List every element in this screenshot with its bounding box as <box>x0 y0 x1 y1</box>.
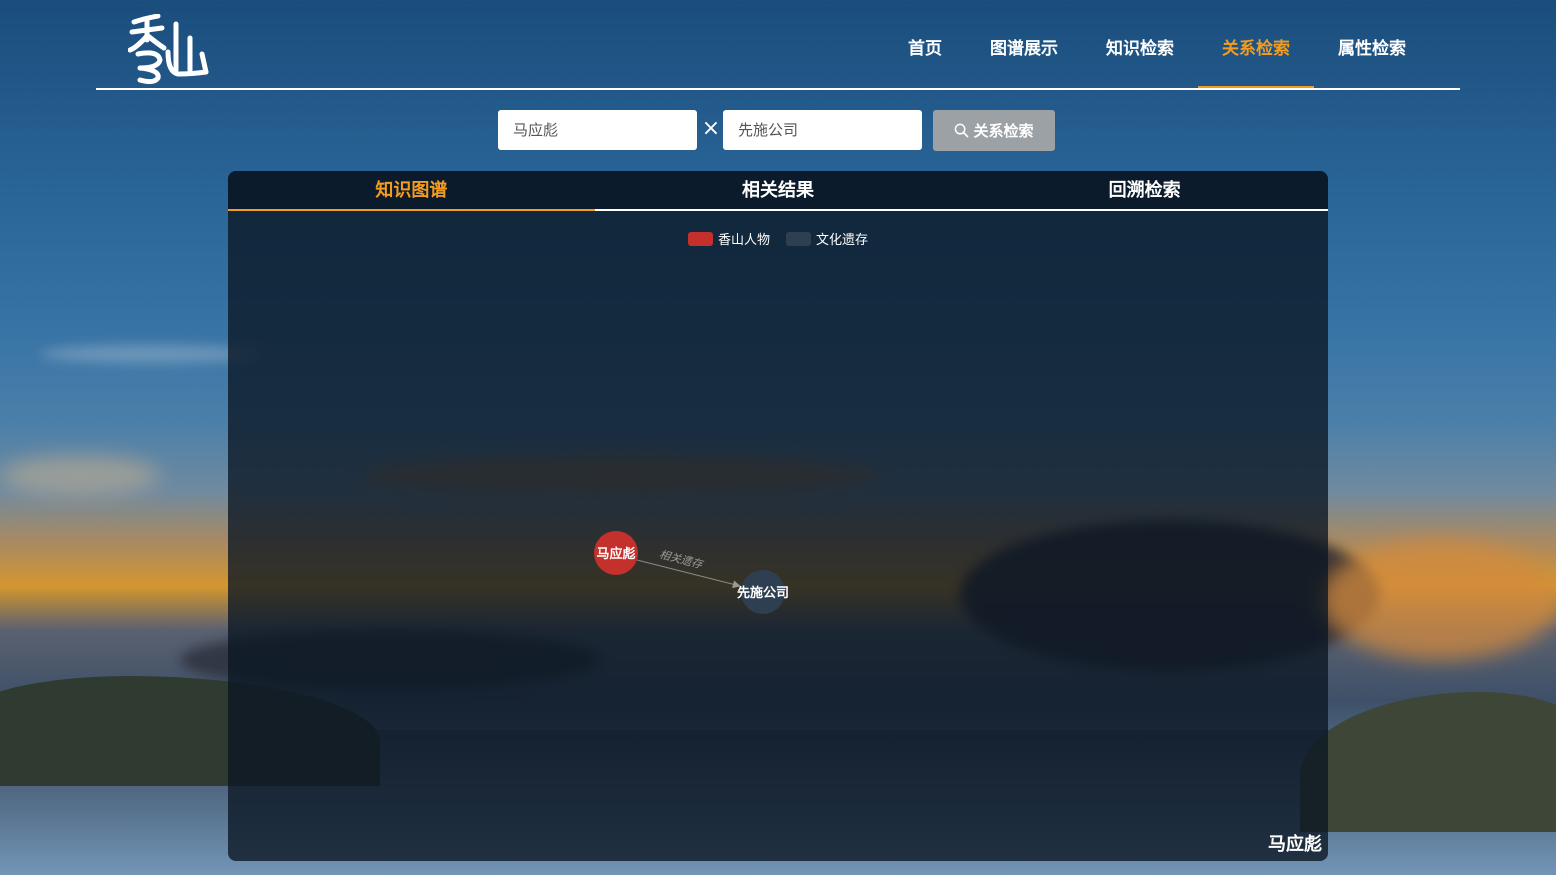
nav-attribute-search[interactable]: 属性检索 <box>1314 18 1430 88</box>
selected-entity-label: 马应彪 <box>1268 834 1322 855</box>
result-tabs: 知识图谱 相关结果 回溯检索 <box>228 171 1328 211</box>
background-cloud <box>1320 540 1556 660</box>
background-cloud <box>0 455 160 495</box>
graph-node-label: 马应彪 <box>596 546 635 562</box>
background-hill <box>1300 692 1556 832</box>
close-icon: × <box>701 116 721 141</box>
nav-home[interactable]: 首页 <box>884 18 966 88</box>
search-icon <box>955 123 969 138</box>
main-nav: 首页 图谱展示 知识检索 关系检索 属性检索 <box>884 18 1430 88</box>
knowledge-graph[interactable]: 相关遗存 马应彪 先施公司 <box>228 211 1328 861</box>
graph-node-label: 先施公司 <box>737 585 789 601</box>
search-button-label: 关系检索 <box>973 122 1034 140</box>
entity1-input[interactable] <box>498 110 697 150</box>
nav-relation-search[interactable]: 关系检索 <box>1198 18 1314 88</box>
relation-search-button[interactable]: 关系检索 <box>933 110 1055 151</box>
header-divider <box>96 88 1460 90</box>
graph-node-heritage[interactable]: 先施公司 <box>737 570 789 614</box>
tab-related-results[interactable]: 相关结果 <box>595 171 962 209</box>
background-cloud <box>40 345 260 363</box>
entity2-input[interactable] <box>723 110 922 150</box>
site-logo[interactable] <box>128 14 212 86</box>
tab-backtrack-search[interactable]: 回溯检索 <box>961 171 1328 209</box>
graph-node-person[interactable]: 马应彪 <box>594 531 638 575</box>
nav-knowledge-search[interactable]: 知识检索 <box>1082 18 1198 88</box>
result-panel: 知识图谱 相关结果 回溯检索 香山人物 文化遗存 相关遗存 马应彪 先施公司 马… <box>228 171 1328 861</box>
tab-knowledge-graph[interactable]: 知识图谱 <box>228 171 595 211</box>
nav-graph-display[interactable]: 图谱展示 <box>966 18 1082 88</box>
graph-edge-label: 相关遗存 <box>658 548 706 572</box>
